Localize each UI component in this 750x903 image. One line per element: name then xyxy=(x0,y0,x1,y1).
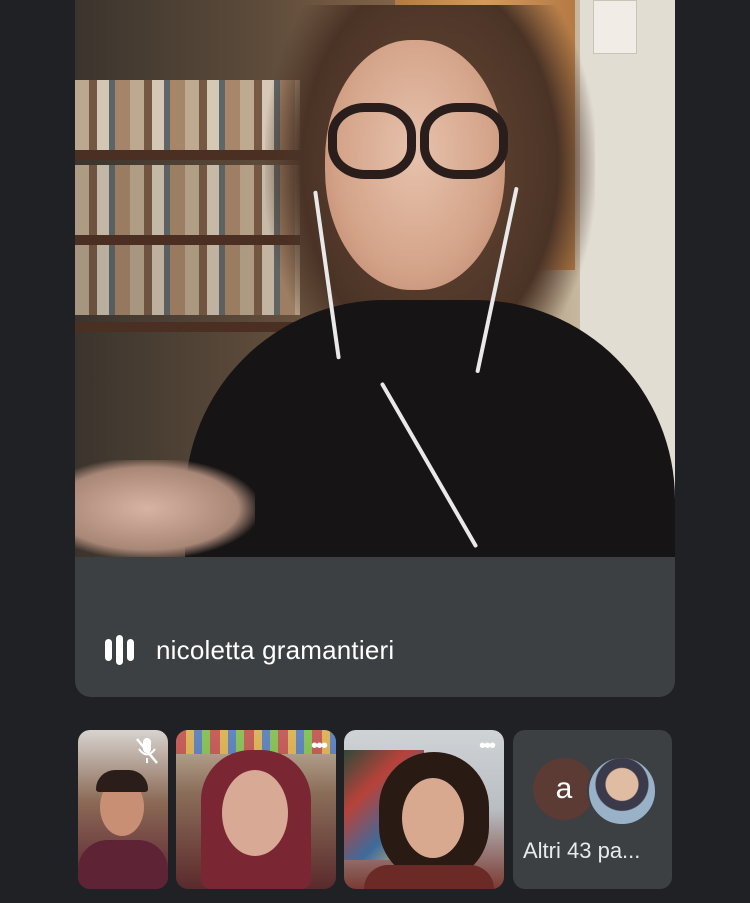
speaker-glasses xyxy=(328,103,416,179)
main-speaker-video xyxy=(75,0,675,557)
participant-tile[interactable] xyxy=(78,730,168,889)
participant-shirt xyxy=(78,840,168,889)
participant-shirt xyxy=(364,865,494,889)
speaker-name: nicoletta gramantieri xyxy=(156,634,395,665)
more-options-icon[interactable]: ••• xyxy=(479,736,496,756)
participant-tile[interactable]: ••• xyxy=(344,730,504,889)
participant-avatar-initial: a xyxy=(533,758,595,820)
participant-hair xyxy=(96,770,148,792)
light-switch xyxy=(593,0,637,54)
participant-face xyxy=(222,770,288,856)
speaker-glasses xyxy=(420,103,508,179)
participant-face xyxy=(402,778,464,858)
participant-tile[interactable]: ••• xyxy=(176,730,336,889)
participant-avatar-photo xyxy=(587,756,657,826)
mic-off-icon xyxy=(136,738,158,764)
speaker-name-bar: nicoletta gramantieri xyxy=(105,630,394,670)
audio-level-icon xyxy=(105,635,134,665)
other-participants-tile[interactable]: a Altri 43 pa... xyxy=(513,730,672,889)
main-speaker-tile[interactable]: nicoletta gramantieri xyxy=(75,0,675,697)
speaker-hand xyxy=(75,460,255,557)
more-options-icon[interactable]: ••• xyxy=(311,736,328,756)
other-participants-label: Altri 43 pa... xyxy=(523,838,641,863)
